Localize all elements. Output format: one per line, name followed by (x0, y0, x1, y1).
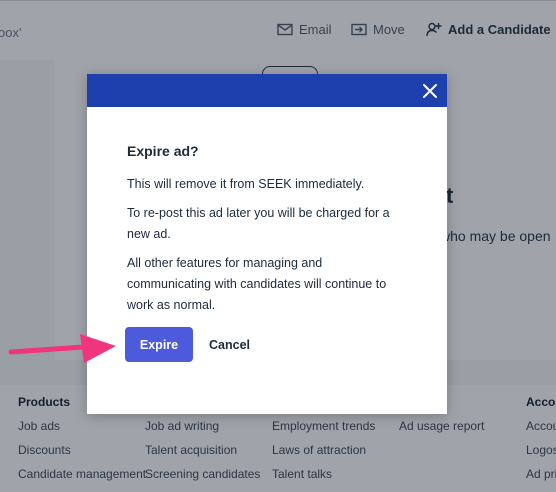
dialog-text: All other features for managing and comm… (127, 256, 387, 312)
arrow-icon (8, 334, 116, 363)
expire-button[interactable]: Expire (125, 327, 193, 362)
dialog-text: This will remove it from SEEK immediatel… (127, 177, 365, 191)
close-icon (423, 84, 437, 98)
dialog-title: Expire ad? (127, 143, 199, 159)
expire-ad-dialog: Expire ad? This will remove it from SEEK… (87, 74, 447, 414)
close-button[interactable] (419, 80, 441, 102)
dialog-header (87, 74, 447, 107)
cancel-button[interactable]: Cancel (209, 338, 250, 352)
dialog-text: To re-post this ad later you will be cha… (127, 206, 390, 241)
dialog-actions: Expire Cancel (125, 327, 250, 362)
